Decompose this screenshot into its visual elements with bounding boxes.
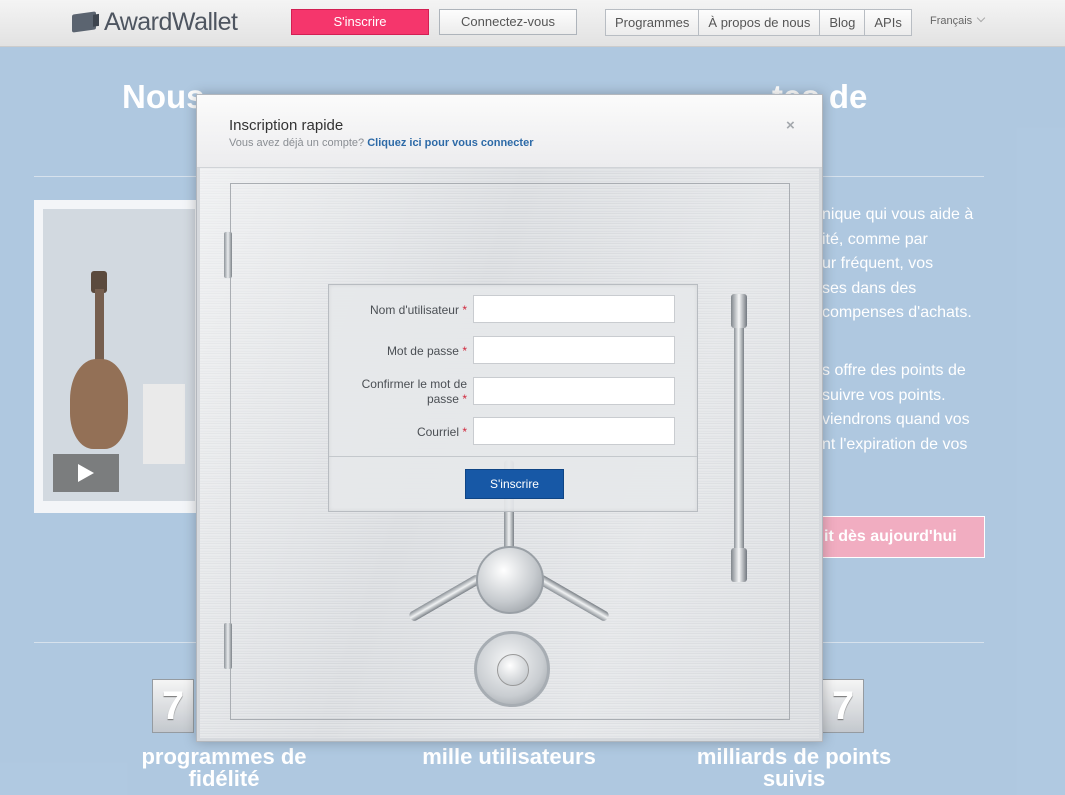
login-link[interactable]: Cliquez ici pour vous connecter [367,137,533,149]
confirm-password-row: Confirmer le mot de passe * [329,377,697,407]
door-handle-cap [731,294,747,328]
username-label: Nom d'utilisateur * [342,303,467,318]
email-input[interactable] [473,417,675,445]
username-label-text: Nom d'utilisateur [369,303,459,317]
signup-button[interactable]: S'inscrire [291,9,429,35]
confirm-password-input[interactable] [473,377,675,405]
confirm-password-label: Confirmer le mot de passe * [342,377,467,407]
door-handle [734,296,744,578]
top-header: AwardWallet S'inscrire Connectez-vous Pr… [0,0,1065,47]
password-row: Mot de passe * [329,336,697,366]
required-mark: * [462,392,467,406]
logo-text: AwardWallet [104,7,238,36]
modal-title: Inscription rapide [229,117,344,134]
combination-dial-icon [474,631,550,707]
email-label-text: Courriel [416,425,459,439]
logo[interactable]: AwardWallet [72,7,238,36]
form-divider [329,456,697,457]
required-mark: * [462,425,467,439]
password-input[interactable] [473,336,675,364]
signup-modal: Inscription rapide Vous avez déjà un com… [196,94,823,742]
door-handle-cap [731,548,747,582]
main-nav: Programmes À propos de nous Blog APIs [605,9,912,36]
vault-door-illustration: Nom d'utilisateur * Mot de passe * Confi… [200,168,819,738]
signup-form: Nom d'utilisateur * Mot de passe * Confi… [328,284,698,512]
username-input[interactable] [473,295,675,323]
login-button[interactable]: Connectez-vous [439,9,577,35]
close-icon[interactable]: × [786,117,795,134]
wheel-hub [476,546,544,614]
chevron-down-icon [976,13,986,23]
required-mark: * [462,344,467,358]
email-label: Courriel * [342,425,467,440]
required-mark: * [462,303,467,317]
nav-item-about[interactable]: À propos de nous [699,10,821,35]
email-row: Courriel * [329,417,697,447]
language-selector[interactable]: Français [930,13,986,27]
nav-item-apis[interactable]: APIs [865,10,910,35]
modal-header: Inscription rapide Vous avez déjà un com… [197,95,822,168]
submit-signup-button[interactable]: S'inscrire [465,469,564,499]
password-label: Mot de passe * [342,344,467,359]
confirm-label-line: passe [426,392,459,406]
nav-item-blog[interactable]: Blog [820,10,866,35]
subtitle-text: Vous avez déjà un compte? [229,137,365,149]
wallet-icon [72,11,96,33]
hinge-icon [224,623,232,669]
hinge-icon [224,232,232,278]
username-row: Nom d'utilisateur * [329,295,697,325]
nav-item-programmes[interactable]: Programmes [606,10,700,35]
confirm-label-line: Confirmer le mot de [361,377,467,391]
modal-subtitle: Vous avez déjà un compte? Cliquez ici po… [229,137,533,149]
language-label: Français [930,15,973,27]
password-label-text: Mot de passe [386,344,459,358]
